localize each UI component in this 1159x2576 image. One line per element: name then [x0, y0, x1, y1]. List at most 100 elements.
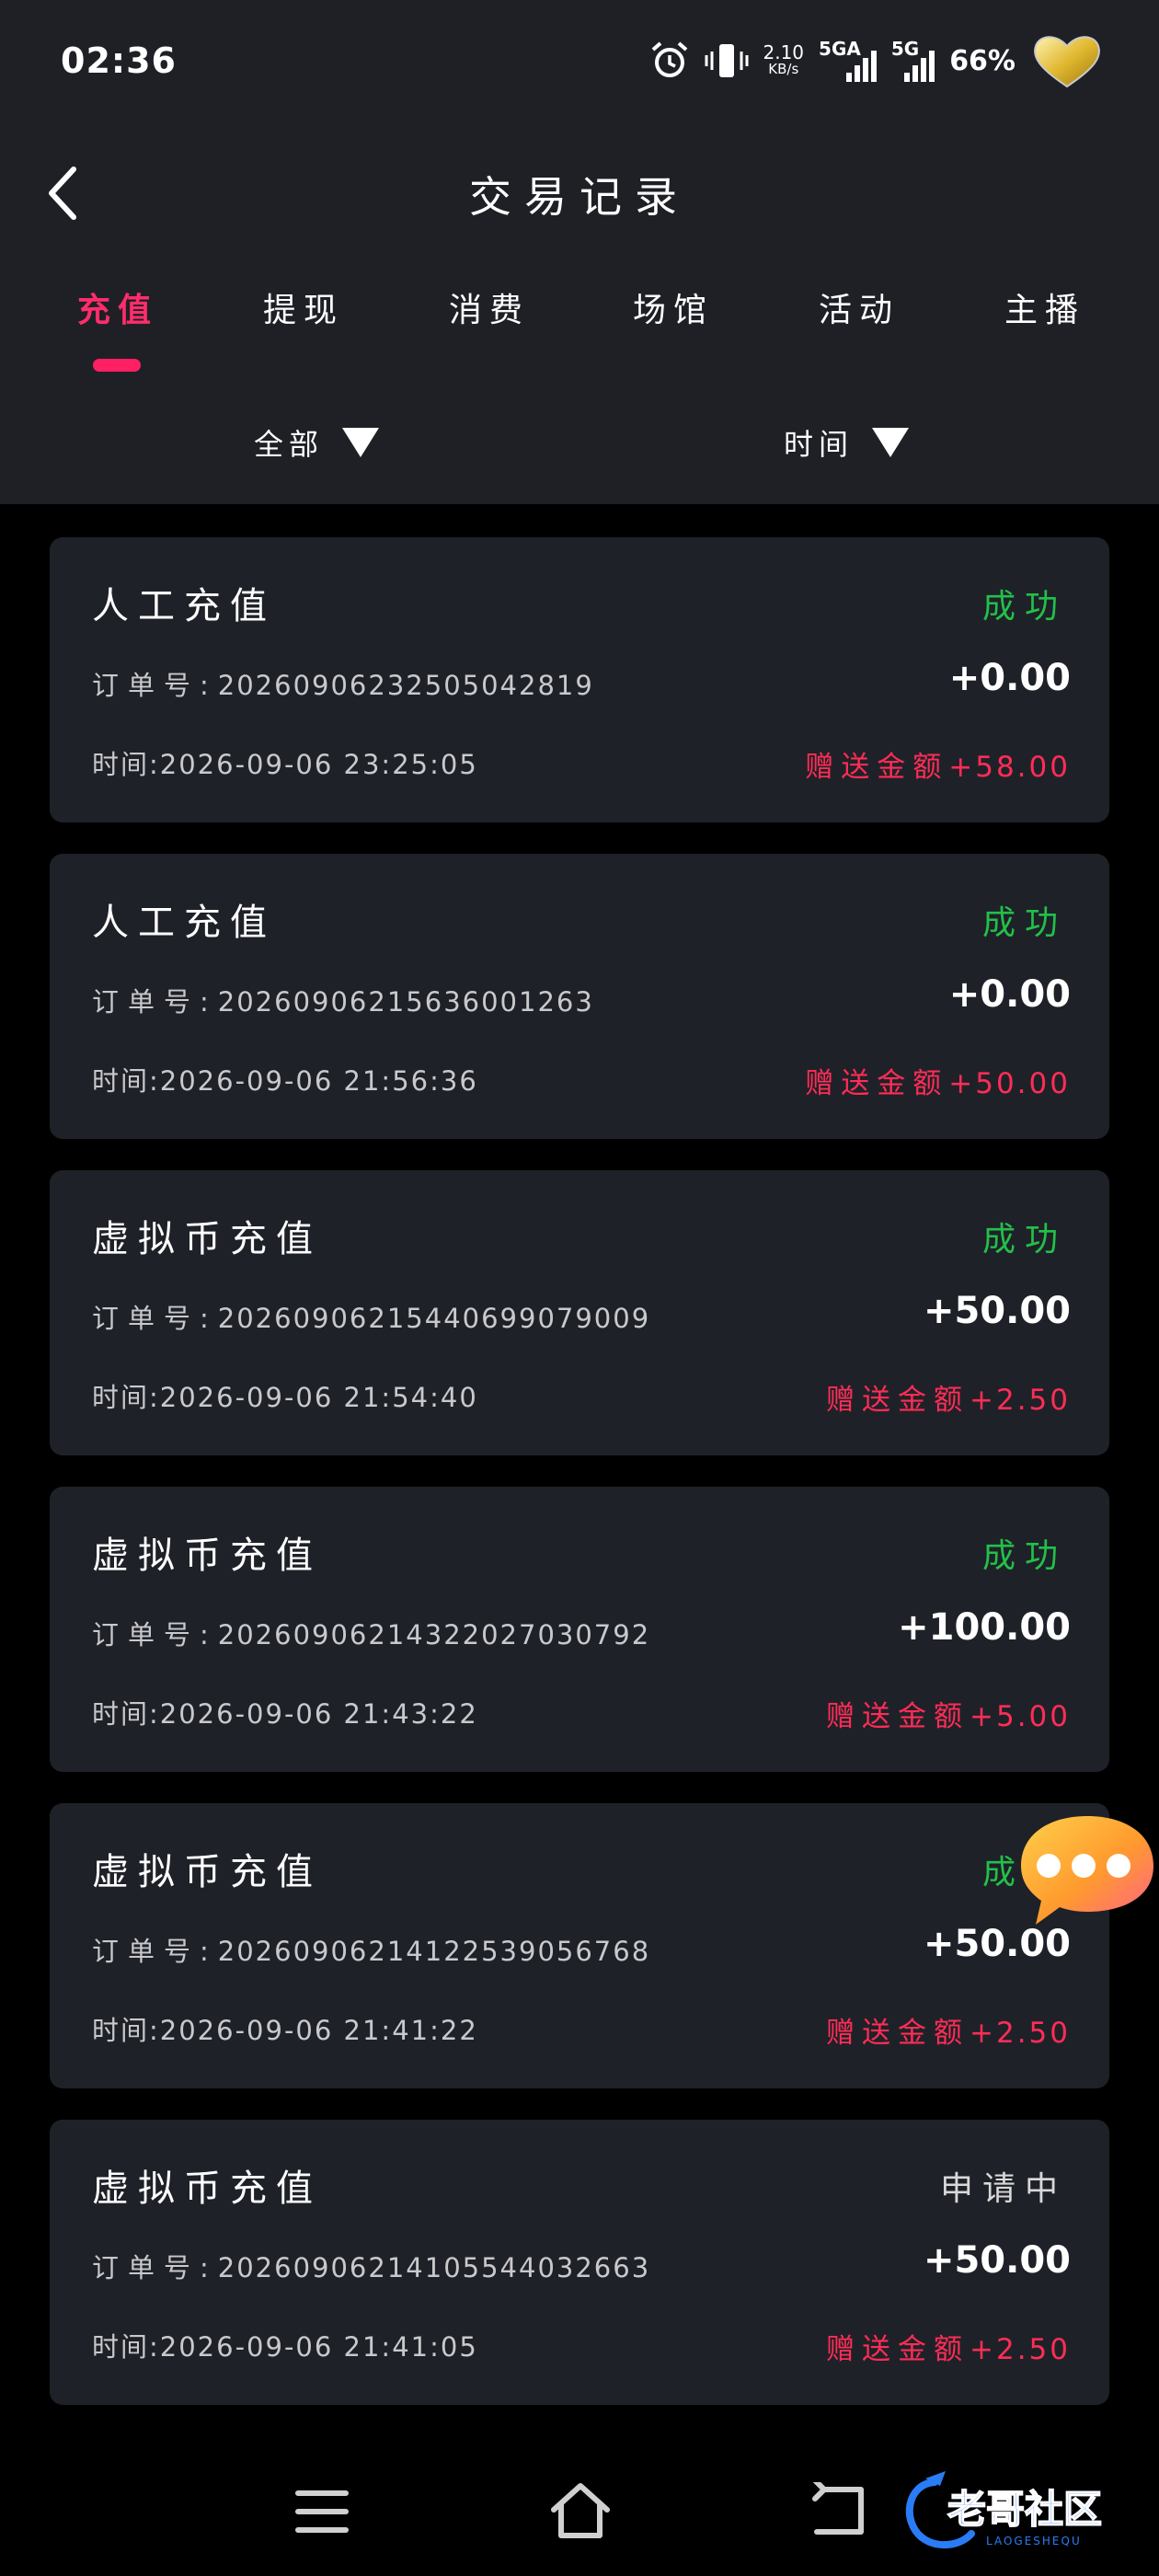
order-label: 订单号:: [92, 1619, 218, 1650]
record-status: 申请中: [939, 2170, 1067, 2208]
record-title: 虚拟币充值: [92, 1218, 322, 1260]
record-card[interactable]: 人工充值 成功 订单号:2026090623250504281​9 +0.00 …: [50, 537, 1109, 822]
order-number: 2026090621432202703079​2: [217, 1619, 651, 1650]
record-bonus: 赠送金额+58.00: [805, 743, 1071, 785]
navigation-bar: 老哥社区 LAOGESHEQU: [0, 2447, 1159, 2576]
time-label: 时间:: [92, 2331, 160, 2363]
bonus-value: +58.00: [948, 751, 1071, 784]
back-nav-icon[interactable]: [809, 2482, 866, 2539]
bonus-value: +50.00: [948, 1067, 1071, 1100]
record-amount: +0.00: [948, 973, 1071, 1016]
home-icon[interactable]: [548, 2480, 613, 2541]
dropdown-triangle-icon: [872, 428, 910, 457]
tab-consume[interactable]: 消费: [425, 283, 554, 331]
time-value: 2026-09-06 21:41:05: [159, 2331, 478, 2363]
filter-bar: 全部 时间: [0, 421, 1159, 486]
record-order: 订单号:2026090621432202703079​2: [92, 1614, 650, 1652]
record-card[interactable]: 虚拟币充值 成功 订单号:2026090621432202703079​2 +1…: [50, 1487, 1109, 1772]
time-label: 时间:: [92, 749, 160, 780]
record-time: 时间:2026-09-06 23:25:05: [92, 743, 478, 782]
record-status: 成功: [981, 588, 1067, 626]
tab-bar: 充值 提现 消费 场馆 活动 主播: [0, 283, 1159, 366]
time-value: 2026-09-06 21:56:36: [159, 1065, 478, 1097]
watermark-text: 老哥社区: [947, 2487, 1102, 2532]
alarm-icon: [651, 41, 687, 77]
order-label: 订单号:: [92, 986, 218, 1018]
record-time: 时间:2026-09-06 21:56:36: [92, 1060, 478, 1098]
record-time: 时间:2026-09-06 21:43:22: [92, 1693, 478, 1731]
bonus-label: 赠送金额: [826, 1384, 970, 1417]
order-label: 订单号:: [92, 670, 218, 701]
record-amount: +50.00: [923, 2239, 1071, 2282]
speed-unit: KB/s: [768, 61, 799, 77]
record-status: 成功: [981, 1221, 1067, 1259]
network-speed: 2.10 KB/s: [763, 41, 805, 77]
record-title: 虚拟币充值: [92, 1535, 322, 1577]
dropdown-triangle-icon: [342, 428, 380, 457]
record-title: 虚拟币充值: [92, 2168, 322, 2210]
record-order: 订单号:20260906215636001263: [92, 981, 594, 1019]
bonus-value: +5.00: [970, 1700, 1071, 1733]
bonus-label: 赠送金额: [826, 2333, 970, 2366]
bonus-value: +2.50: [970, 2333, 1071, 2366]
tab-withdraw[interactable]: 提现: [239, 283, 368, 331]
tab-activity[interactable]: 活动: [795, 283, 924, 331]
record-amount: +0.00: [948, 657, 1071, 699]
filter-time-label: 时间: [784, 427, 855, 462]
order-label: 订单号:: [92, 1936, 218, 1967]
page-title: 交易记录: [469, 172, 690, 222]
record-bonus: 赠送金额+2.50: [826, 2009, 1071, 2051]
time-value: 2026-09-06 21:54:40: [159, 1382, 478, 1413]
bonus-label: 赠送金额: [826, 2017, 970, 2050]
order-number: 20260906215636001263: [217, 986, 594, 1018]
battery-level: 66%: [949, 44, 1016, 77]
bonus-label: 赠送金额: [805, 1067, 949, 1100]
order-number: 2026090621410554403266​3: [217, 2252, 651, 2283]
record-bonus: 赠送金额+50.00: [805, 1060, 1071, 1101]
heart-battery-icon: [1034, 36, 1100, 88]
signal-5g: 5G: [891, 40, 935, 82]
time-label: 时间:: [92, 1065, 160, 1097]
filter-time-dropdown[interactable]: 时间: [784, 421, 910, 464]
time-label: 时间:: [92, 1698, 160, 1730]
record-card[interactable]: 人工充值 成功 订单号:20260906215636001263 +0.00 时…: [50, 854, 1109, 1139]
watermark-subtext: LAOGESHEQU: [986, 2535, 1082, 2547]
record-status: 成功: [981, 904, 1067, 942]
status-bar: 02:36 2.10 KB/s 5GA 5G 66%: [0, 0, 1159, 118]
record-title: 虚拟币充值: [92, 1851, 322, 1893]
chat-bubble-icon[interactable]: [1003, 1809, 1159, 1928]
record-amount: +100.00: [898, 1606, 1071, 1649]
vibrate-icon: [705, 44, 748, 77]
filter-type-dropdown[interactable]: 全部: [254, 421, 380, 464]
signal-5ga: 5GA: [819, 40, 877, 82]
status-time: 02:36: [61, 40, 177, 81]
tab-anchor[interactable]: 主播: [981, 283, 1109, 331]
menu-icon[interactable]: [294, 2486, 350, 2537]
record-card[interactable]: 虚拟币充值 申请中 订单号:2026090621410554403266​3 +…: [50, 2120, 1109, 2405]
bonus-label: 赠送金额: [805, 751, 949, 784]
header: 交易记录 充值 提现 消费 场馆 活动 主播 全部 时间: [0, 118, 1159, 504]
time-value: 2026-09-06 23:25:05: [159, 749, 478, 780]
record-order: 订单号:2026090621412253905676​8: [92, 1930, 650, 1969]
record-bonus: 赠送金额+2.50: [826, 2326, 1071, 2367]
record-status: 成功: [981, 1537, 1067, 1575]
speed-value: 2.10: [763, 41, 805, 63]
record-title: 人工充值: [92, 585, 276, 627]
signal-bars-icon: [845, 49, 877, 82]
order-number: 2026090621544069907900​9: [217, 1303, 651, 1334]
record-card[interactable]: 虚拟币充值 成功 订单号:2026090621412253905676​8 +5…: [50, 1803, 1109, 2088]
tab-venue[interactable]: 场馆: [609, 283, 738, 331]
time-label: 时间:: [92, 2015, 160, 2046]
record-card[interactable]: 虚拟币充值 成功 订单号:2026090621544069907900​9 +5…: [50, 1170, 1109, 1455]
record-amount: +50.00: [923, 1290, 1071, 1332]
signal-bars-icon: [904, 49, 935, 82]
record-list: 人工充值 成功 订单号:2026090623250504281​9 +0.00 …: [50, 537, 1109, 2436]
time-label: 时间:: [92, 1382, 160, 1413]
order-label: 订单号:: [92, 1303, 218, 1334]
watermark-logo: 老哥社区 LAOGESHEQU: [905, 2471, 1103, 2549]
status-icons: 2.10 KB/s 5GA 5G 66%: [649, 33, 1105, 88]
order-number: 2026090623250504281​9: [217, 670, 594, 701]
tab-recharge[interactable]: 充值: [53, 283, 182, 331]
active-tab-indicator: [93, 359, 141, 372]
record-time: 时间:2026-09-06 21:54:40: [92, 1376, 478, 1415]
